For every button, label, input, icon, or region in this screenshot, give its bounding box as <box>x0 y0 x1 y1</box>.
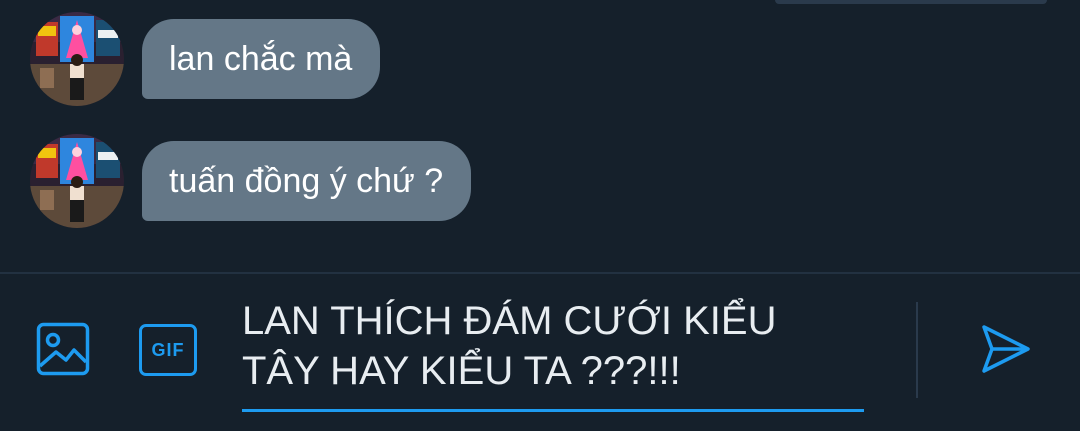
send-separator <box>916 302 918 398</box>
message-composer: GIF LAN THÍCH ĐÁM CƯỚI KIỂU TÂY HAY KIỂU… <box>0 274 1080 431</box>
message-bubble[interactable]: tuấn đồng ý chứ ? <box>142 141 472 221</box>
send-icon <box>982 325 1030 373</box>
image-icon <box>36 322 90 376</box>
message-text: tuấn đồng ý chứ ? <box>169 162 444 200</box>
input-underline <box>242 409 864 412</box>
avatar-image <box>30 134 124 228</box>
avatar[interactable] <box>30 12 124 106</box>
add-image-button[interactable] <box>36 322 90 376</box>
message-input[interactable]: LAN THÍCH ĐÁM CƯỚI KIỂU TÂY HAY KIỂU TA … <box>242 296 864 412</box>
add-gif-button[interactable]: GIF <box>139 324 197 376</box>
avatar[interactable] <box>30 134 124 228</box>
send-button[interactable] <box>980 322 1032 376</box>
gif-label: GIF <box>151 339 185 360</box>
message-input-text[interactable]: LAN THÍCH ĐÁM CƯỚI KIỂU TÂY HAY KIỂU TA … <box>242 296 882 396</box>
dm-conversation-screen: lan chắc mà tuấn đồng ý chứ ? GIF LAN TH… <box>0 0 1080 431</box>
scroll-edge <box>775 0 1047 4</box>
message-row: lan chắc mà <box>30 12 381 106</box>
gif-icon: GIF <box>139 324 197 376</box>
message-bubble[interactable]: lan chắc mà <box>142 19 381 99</box>
message-text: lan chắc mà <box>169 40 353 78</box>
avatar-image <box>30 12 124 106</box>
message-row: tuấn đồng ý chứ ? <box>30 134 472 228</box>
